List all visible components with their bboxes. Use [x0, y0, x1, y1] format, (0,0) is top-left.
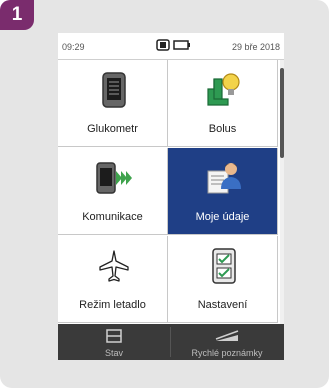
tile-komunikace[interactable]: Komunikace [58, 148, 168, 235]
settings-icon [212, 248, 236, 284]
status-icon [106, 329, 122, 343]
bolus-icon [207, 73, 240, 106]
airplane-icon [99, 250, 129, 282]
tile-rezim-letadlo[interactable]: Režim letadlo [58, 236, 168, 323]
scroll-thumb[interactable] [280, 68, 284, 158]
instruction-panel: 1 09:29 29 bře 2018 Glukometr Bolus Komu… [0, 0, 329, 388]
stav-label: Stav [104, 348, 123, 358]
tile-label: Glukometr [87, 123, 138, 135]
quick-notes-label: Rychlé poznámky [191, 348, 263, 358]
communication-icon [96, 162, 132, 194]
menu-grid: Glukometr Bolus Komunikace Moje údaje Re… [58, 60, 280, 324]
status-date: 29 bře 2018 [231, 42, 280, 52]
connection-icon [156, 39, 170, 51]
bottom-bar: Stav Rychlé poznámky [58, 324, 284, 360]
tile-nastaveni[interactable]: Nastavení [168, 236, 278, 323]
status-icons [156, 39, 191, 51]
tile-label: Bolus [208, 123, 237, 135]
tile-label: Režim letadlo [79, 299, 146, 311]
status-bar: 09:29 29 bře 2018 [58, 33, 284, 60]
tile-label: Nastavení [197, 299, 248, 311]
quick-notes-button[interactable]: Rychlé poznámky [171, 324, 283, 360]
tile-label: Moje údaje [195, 211, 250, 223]
tile-label: Komunikace [82, 211, 143, 223]
tile-moje-udaje[interactable]: Moje údaje [168, 148, 278, 235]
step-badge: 1 [0, 0, 34, 30]
tile-bolus[interactable]: Bolus [168, 60, 278, 147]
notes-icon [215, 330, 239, 341]
meter-icon [102, 72, 126, 108]
scrollbar[interactable] [280, 60, 284, 324]
status-time: 09:29 [62, 42, 85, 52]
device-screen: 09:29 29 bře 2018 Glukometr Bolus Komuni… [58, 33, 284, 360]
stav-button[interactable]: Stav [58, 324, 170, 360]
battery-icon [173, 40, 190, 50]
tile-glukometr[interactable]: Glukometr [58, 60, 168, 147]
my-data-icon [207, 163, 241, 194]
